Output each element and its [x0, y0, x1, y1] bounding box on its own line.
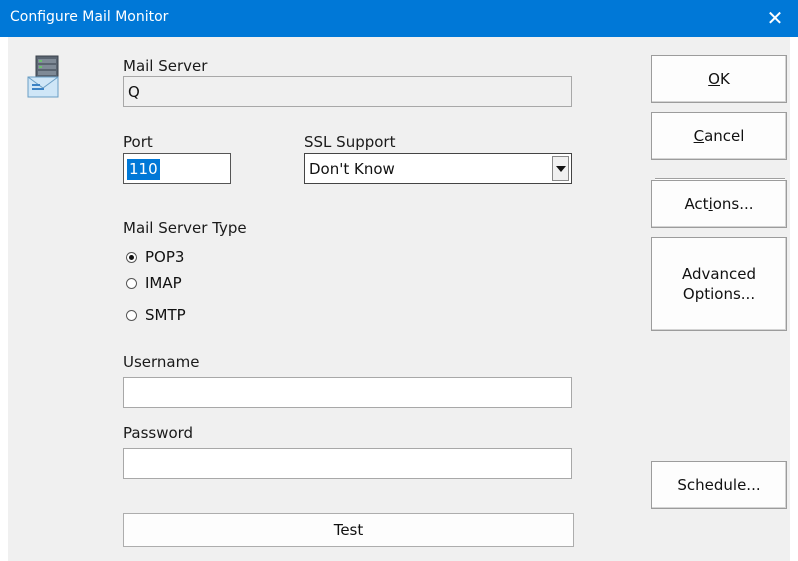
username-field[interactable] — [123, 377, 572, 408]
test-button[interactable]: Test — [123, 513, 574, 547]
ssl-support-value: Don't Know — [309, 160, 395, 178]
close-icon[interactable]: ✕ — [752, 0, 798, 37]
radio-pop3-label: POP3 — [145, 248, 185, 266]
radio-imap[interactable]: IMAP — [126, 274, 182, 292]
port-label: Port — [123, 133, 153, 151]
ssl-support-label: SSL Support — [304, 133, 396, 151]
port-field[interactable]: 110 — [123, 153, 231, 184]
username-label: Username — [123, 353, 200, 371]
radio-pop3[interactable]: POP3 — [126, 248, 184, 266]
dropdown-button[interactable] — [552, 156, 569, 181]
password-label: Password — [123, 424, 194, 442]
radio-smtp-label: SMTP — [145, 306, 186, 324]
title-bar: Configure Mail Monitor ✕ — [0, 0, 798, 37]
ssl-support-select[interactable]: Don't Know — [304, 153, 572, 184]
window-title: Configure Mail Monitor — [10, 9, 169, 25]
radio-imap-label: IMAP — [145, 274, 182, 292]
mail-server-value: Q — [128, 83, 140, 101]
mail-server-type-label: Mail Server Type — [123, 219, 247, 237]
actions-button-label: Actions... — [684, 195, 754, 213]
actions-button[interactable]: Actions... — [651, 180, 787, 228]
schedule-button[interactable]: Schedule... — [651, 461, 787, 509]
schedule-button-label: Schedule... — [677, 476, 761, 494]
advanced-options-label: Advanced Options... — [681, 265, 757, 303]
mail-server-field[interactable]: Q — [123, 76, 572, 107]
radio-unselected-icon — [126, 309, 137, 321]
radio-smtp[interactable]: SMTP — [126, 306, 186, 324]
ok-button-label: OK — [708, 70, 730, 88]
test-button-label: Test — [333, 521, 364, 539]
password-field[interactable] — [123, 448, 572, 479]
mail-server-label: Mail Server — [123, 57, 208, 75]
advanced-options-button[interactable]: Advanced Options... — [651, 237, 787, 331]
ok-button[interactable]: OK — [651, 55, 787, 103]
radio-selected-icon — [126, 251, 137, 263]
mail-server-icon — [26, 55, 70, 99]
window-border-right — [790, 37, 798, 561]
cancel-button-label: Cancel — [693, 127, 745, 145]
chevron-down-icon — [556, 166, 566, 172]
cancel-button[interactable]: Cancel — [651, 112, 787, 160]
port-value: 110 — [127, 159, 160, 180]
window-border-left — [0, 37, 8, 561]
radio-unselected-icon — [126, 277, 137, 289]
